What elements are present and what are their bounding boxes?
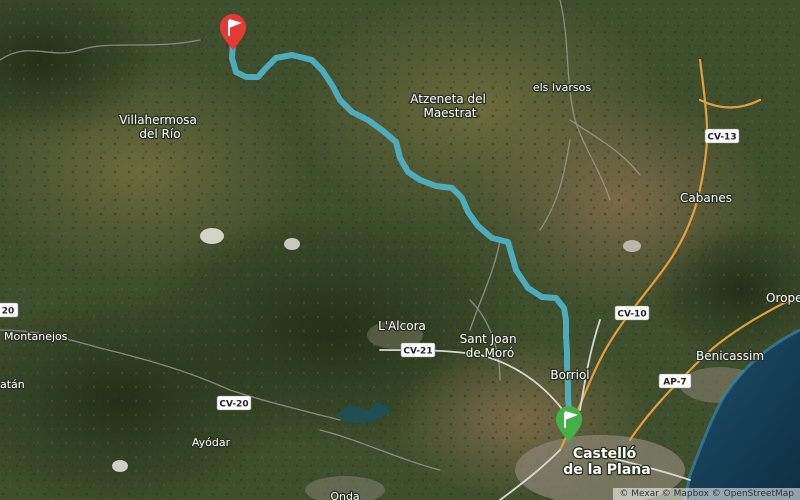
road-shield-20: 20 [0,302,19,318]
terrain-layer [0,0,800,500]
place-label-santjoan[interactable]: Sant Joan de Moró [458,331,521,362]
road-shield-cv20: CV-20 [216,395,252,411]
map-attribution[interactable]: © Mexar © Mapbox © OpenStreetMap [613,488,800,500]
place-label-atan[interactable]: atán [0,377,26,393]
svg-text:AP-7: AP-7 [663,378,686,388]
road-shield-cv10: CV-10 [614,305,650,321]
svg-text:CV-20: CV-20 [219,400,248,410]
place-label-castello[interactable]: Castelló de la Plana [562,445,652,480]
svg-text:CV-10: CV-10 [617,310,646,320]
place-label-cabanes[interactable]: Cabanes [679,190,734,207]
place-label-borriol[interactable]: Borriol [549,367,591,384]
road-shield-cv21: CV-21 [400,342,436,358]
place-label-oropesa[interactable]: Oropes [765,290,800,307]
place-label-ivarsos[interactable]: els Ivarsos [532,80,593,96]
place-label-onda[interactable]: Onda [329,489,361,500]
svg-text:CV-13: CV-13 [707,133,736,143]
road-shield-ap7: AP-7 [658,373,692,389]
svg-text:20: 20 [2,307,15,317]
road-shield-cv13: CV-13 [704,128,740,144]
map-canvas[interactable]: Villahermosa del Río Atzeneta del Maestr… [0,0,800,500]
place-label-montanejos[interactable]: Montanejos [3,329,69,345]
place-label-ayodar[interactable]: Ayódar [191,435,232,451]
place-label-benicassim[interactable]: Benicassim [695,348,766,365]
svg-text:CV-21: CV-21 [403,347,432,357]
place-label-alcora[interactable]: L'Alcora [377,318,427,335]
